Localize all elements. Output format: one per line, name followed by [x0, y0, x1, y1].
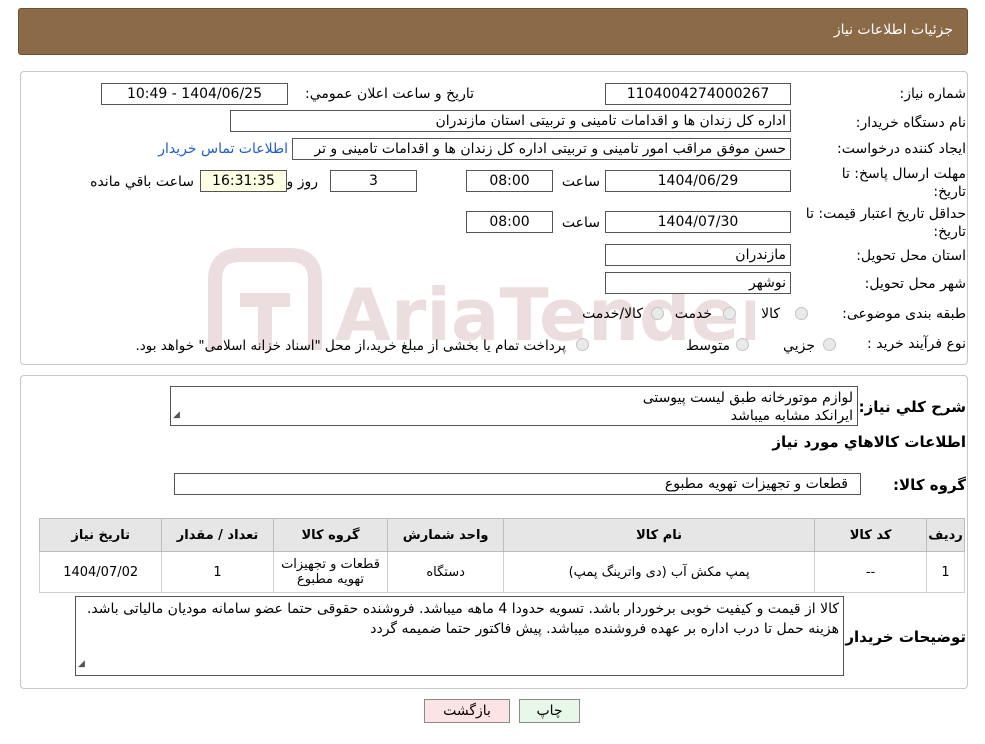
need-number-field: 1104004274000267 [605, 83, 791, 105]
col-goods-group: گروه کالا [272, 518, 389, 552]
description-field: لوازم موتورخانه طبق لیست پیوستی ایرانکد … [170, 386, 858, 426]
process-note: پرداخت تمام يا بخشی از مبلغ خريد،از محل … [135, 338, 566, 354]
goods-section-title: اطلاعات کالاهاي مورد نياز [772, 433, 966, 451]
remaining-time-field: 16:31:35 [200, 170, 287, 192]
process-checkbox-treasury[interactable] [576, 338, 589, 351]
cell-goods-code: -- [814, 551, 927, 593]
buyer-org-label: نام دستگاه خريدار: [855, 115, 966, 131]
cell-unit: دستگاه [387, 551, 505, 593]
buyer-org-field: اداره کل زندان ها و اقدامات تامینی و ترب… [230, 110, 791, 132]
deadline-time-field: 08:00 [466, 170, 553, 192]
contact-buyer-link[interactable]: اطلاعات تماس خريدار [158, 141, 288, 157]
deadline-label-2: تاريخ: [933, 184, 966, 200]
col-goods-name: نام کالا [503, 518, 816, 552]
cell-need-date: 1404/07/02 [38, 551, 163, 593]
process-label: نوع فرآيند خريد : [867, 336, 966, 352]
category-option-goods: کالا [761, 306, 780, 322]
province-field: مازندران [605, 244, 791, 266]
cell-goods-group: قطعات و تجهیزات تهویه مطبوع [272, 551, 389, 593]
category-option-goods-service: کالا/خدمت [582, 306, 643, 322]
col-unit: واحد شمارش [387, 518, 505, 552]
validity-label-2: تاريخ: [933, 224, 966, 240]
print-button[interactable]: چاپ [519, 699, 580, 723]
city-field: نوشهر [605, 272, 791, 294]
validity-date-field: 1404/07/30 [605, 211, 791, 233]
process-option-minor: جزيي [783, 338, 815, 354]
col-goods-code: کد کالا [814, 518, 927, 552]
buyer-notes-field: کالا از قیمت و کیفیت خوبی برخوردار باشد.… [75, 596, 844, 676]
announce-field: 1404/06/25 - 10:49 [101, 83, 288, 105]
table-header-row: تاريخ نياز تعداد / مقدار گروه کالا واحد … [38, 518, 966, 552]
city-label: شهر محل تحويل: [864, 276, 966, 292]
requester-field: حسن موفق مراقب امور تامینی و تربیتی ادار… [292, 138, 791, 160]
description-line-1: لوازم موتورخانه طبق لیست پیوستی [642, 390, 853, 406]
category-radio-goods[interactable] [795, 307, 808, 320]
goods-group-field: قطعات و تجهیزات تهویه مطبوع [174, 473, 861, 495]
description-label: شرح کلي نياز: [858, 398, 966, 416]
goods-table: تاريخ نياز تعداد / مقدار گروه کالا واحد … [38, 518, 966, 593]
col-need-date: تاريخ نياز [38, 518, 163, 552]
back-button[interactable]: بازگشت [424, 699, 510, 723]
col-row-number: رديف [925, 518, 966, 552]
days-field: 3 [330, 170, 417, 192]
process-radio-medium[interactable] [736, 338, 749, 351]
resize-grip-icon[interactable]: ◢ [78, 654, 85, 674]
validity-time-field: 08:00 [466, 211, 553, 233]
announce-label: تاریخ و ساعت اعلان عمومي: [305, 86, 474, 102]
description-line-2: ایرانکد مشابه میباشد [730, 408, 853, 424]
cell-row-number: 1 [925, 551, 966, 593]
cell-quantity: 1 [161, 551, 274, 593]
category-radio-goods-service[interactable] [651, 307, 664, 320]
deadline-time-label: ساعت [561, 174, 600, 190]
category-option-service: خدمت [674, 306, 712, 322]
category-radio-service[interactable] [723, 307, 736, 320]
col-quantity: تعداد / مقدار [161, 518, 274, 552]
validity-time-label: ساعت [561, 215, 600, 231]
process-radio-minor[interactable] [823, 338, 836, 351]
buyer-notes-text: کالا از قیمت و کیفیت خوبی برخوردار باشد.… [86, 601, 839, 637]
deadline-label: مهلت ارسال پاسخ: تا [841, 166, 966, 182]
requester-label: ايجاد کننده درخواست: [837, 141, 966, 157]
process-option-medium: متوسط [686, 338, 730, 354]
remaining-label: ساعت باقي مانده [90, 174, 194, 190]
goods-group-label: گروه کالا: [893, 476, 966, 494]
page-header: جزئیات اطلاعات نیاز [18, 8, 968, 55]
need-number-label: شماره نیاز: [899, 86, 967, 102]
province-label: استان محل تحويل: [856, 248, 966, 264]
days-label: روز و [286, 174, 319, 190]
page-title: جزئیات اطلاعات نیاز [833, 22, 953, 38]
resize-grip-icon[interactable]: ◢ [173, 406, 180, 424]
category-label: طبقه بندی موضوعی: [842, 306, 966, 322]
buyer-notes-label: توضيحات خريدار: [839, 628, 966, 646]
validity-label: حداقل تاريخ اعتبار قيمت: تا [805, 206, 966, 222]
table-row: 1404/07/02 1 قطعات و تجهیزات تهویه مطبوع… [38, 551, 966, 593]
cell-goods-name: پمپ مکش آب (دی واترینگ پمپ) [503, 551, 816, 593]
deadline-date-field: 1404/06/29 [605, 170, 791, 192]
